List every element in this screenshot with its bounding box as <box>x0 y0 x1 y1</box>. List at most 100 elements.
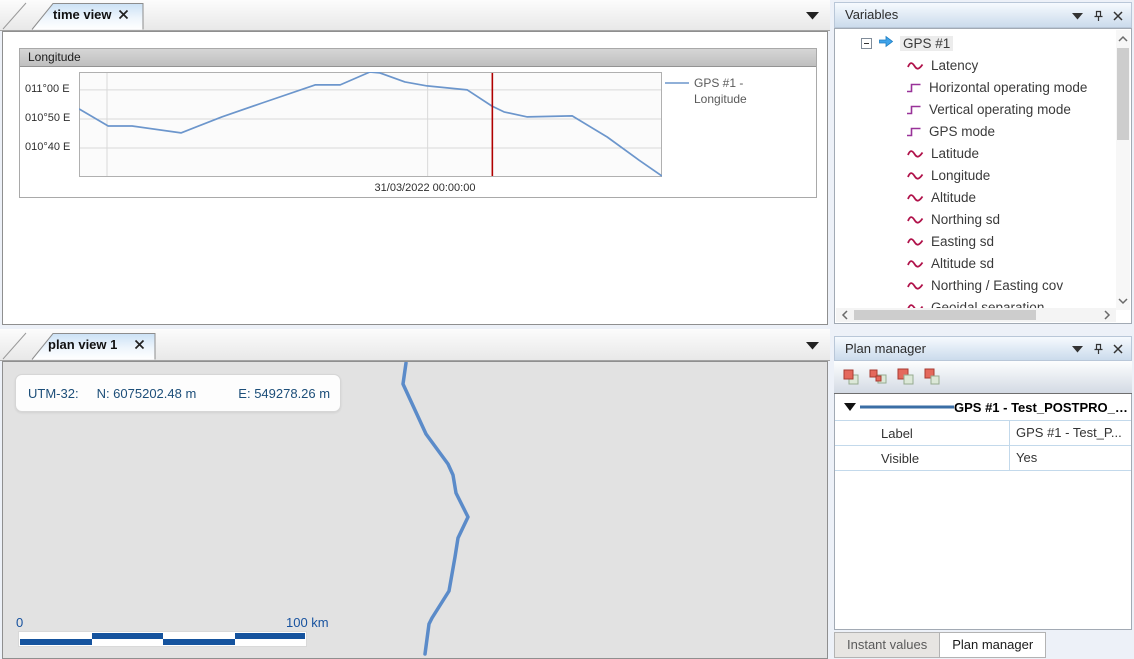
scale-bar-segment <box>92 639 164 645</box>
scale-right-label: 100 km <box>286 615 329 630</box>
scale-bar-segment <box>235 639 306 645</box>
plan-manager-panel-header[interactable]: Plan manager <box>834 336 1132 361</box>
variables-panel-header[interactable]: Variables <box>834 2 1132 28</box>
send-to-back-button[interactable] <box>867 366 889 388</box>
step-signal-icon <box>906 103 923 115</box>
tree-node-label: Latency <box>931 58 978 73</box>
scroll-left-icon[interactable] <box>840 309 850 321</box>
plan-view-tabbar: plan view 1 <box>0 329 830 361</box>
tab-time-view[interactable]: time view <box>53 7 112 22</box>
tree-node-variable[interactable]: Horizontal operating mode <box>835 76 1115 98</box>
property-value[interactable]: Yes <box>1009 446 1131 470</box>
wave-signal-icon <box>906 213 925 225</box>
send-to-back-icon <box>868 367 888 387</box>
tree-node-label: Horizontal operating mode <box>929 80 1087 95</box>
bring-forward-button[interactable] <box>894 366 916 388</box>
variables-panel-title: Variables <box>845 7 898 22</box>
tree-node-label: Easting sd <box>931 234 994 249</box>
horizontal-scroll-thumb[interactable] <box>854 310 1036 320</box>
tree-node-variable[interactable]: Northing sd <box>835 208 1115 230</box>
send-backward-button[interactable] <box>921 366 943 388</box>
step-signal-icon <box>906 81 923 93</box>
close-icon[interactable] <box>134 339 145 350</box>
step-signal-icon <box>906 125 923 137</box>
close-icon[interactable] <box>118 9 129 20</box>
y-axis-tick-label: 010°40 E <box>25 141 75 153</box>
tree-node-label: Vertical operating mode <box>929 102 1071 117</box>
scale-bar-segment <box>163 639 235 645</box>
northing-value: N: 6075202.48 m <box>97 386 197 401</box>
tree-node-variable[interactable]: Altitude sd <box>835 252 1115 274</box>
scale-left-label: 0 <box>16 615 23 630</box>
tree-node-variable[interactable]: Longitude <box>835 164 1115 186</box>
close-icon[interactable] <box>1113 11 1123 21</box>
scroll-down-icon[interactable] <box>1117 296 1129 306</box>
wave-signal-icon <box>906 235 925 247</box>
pin-icon[interactable] <box>1092 10 1104 22</box>
plan-item-title: GPS #1 - Test_POSTPRO_202... <box>954 400 1131 415</box>
plan-item-line-sample <box>860 405 954 409</box>
tree-node-label: Northing / Easting cov <box>931 278 1063 293</box>
plan-manager-toolbar <box>834 361 1132 394</box>
dock-bottom-tabs: Instant values Plan manager <box>834 632 1046 658</box>
tree-node-variable[interactable]: Vertical operating mode <box>835 98 1115 120</box>
property-row-visible[interactable]: Visible Yes <box>835 446 1131 471</box>
time-view-content: Longitude 31/03/2022 00:00:00 GPS #1 - L… <box>2 31 828 325</box>
tab-plan-view-1[interactable]: plan view 1 <box>48 337 117 352</box>
collapse-triangle-icon[interactable] <box>844 403 856 412</box>
property-value[interactable]: GPS #1 - Test_P... <box>1009 421 1131 445</box>
legend-text: GPS #1 - Longitude <box>694 75 747 107</box>
property-key: Visible <box>835 451 1009 466</box>
tree-node-label: GPS mode <box>929 124 995 139</box>
tree-node-variable[interactable]: GPS mode <box>835 120 1115 142</box>
tree-node-label: Longitude <box>931 168 990 183</box>
chart-title: Longitude <box>20 49 816 67</box>
bring-to-front-icon <box>841 367 861 387</box>
chevron-down-icon[interactable] <box>1072 13 1083 20</box>
variables-tree: GPS #1 Latency Horizontal operating mode Ve… <box>835 32 1115 311</box>
vessel-track-polyline <box>403 363 468 654</box>
scroll-up-icon[interactable] <box>1117 34 1129 44</box>
bring-to-front-button[interactable] <box>840 366 862 388</box>
plan-view-map[interactable]: UTM-32: N: 6075202.48 m E: 549278.26 m 0… <box>2 361 828 659</box>
scale-bar-row <box>20 639 305 645</box>
send-backward-icon <box>922 367 942 387</box>
tree-node-variable[interactable]: Latency <box>835 54 1115 76</box>
longitude-line-chart[interactable] <box>79 72 662 177</box>
chevron-down-icon[interactable] <box>806 342 819 350</box>
legend-line-sample <box>665 75 689 91</box>
tree-node-gps-1[interactable]: GPS #1 <box>835 32 1115 54</box>
tree-node-variable[interactable]: Northing / Easting cov <box>835 274 1115 296</box>
horizontal-scrollbar[interactable] <box>836 308 1116 322</box>
datum-label: UTM-32: <box>28 386 79 401</box>
gps-device-icon <box>878 35 894 51</box>
tree-node-variable[interactable]: Easting sd <box>835 230 1115 252</box>
vertical-scroll-thumb[interactable] <box>1117 48 1129 140</box>
vertical-scrollbar[interactable] <box>1116 30 1130 310</box>
wave-signal-icon <box>906 257 925 269</box>
plan-item-row[interactable]: GPS #1 - Test_POSTPRO_202... <box>835 394 1131 421</box>
y-axis-tick-label: 010°50 E <box>25 112 75 124</box>
close-icon[interactable] <box>1113 344 1123 354</box>
coordinate-readout: UTM-32: N: 6075202.48 m E: 549278.26 m <box>15 374 341 412</box>
chart-legend: GPS #1 - Longitude <box>665 75 747 107</box>
tab-instant-values[interactable]: Instant values <box>834 632 939 658</box>
property-row-label[interactable]: Label GPS #1 - Test_P... <box>835 421 1131 446</box>
chevron-down-icon[interactable] <box>1072 346 1083 353</box>
y-axis-tick-label: 011°00 E <box>25 83 75 95</box>
scroll-right-icon[interactable] <box>1102 309 1112 321</box>
tree-node-label: Altitude <box>931 190 976 205</box>
easting-value: E: 549278.26 m <box>238 386 330 401</box>
tab-plan-manager[interactable]: Plan manager <box>939 632 1046 658</box>
tree-node-label: Altitude sd <box>931 256 994 271</box>
pin-icon[interactable] <box>1092 343 1104 355</box>
longitude-chart: Longitude 31/03/2022 00:00:00 GPS #1 - L… <box>19 48 817 198</box>
time-view-tabbar: time view <box>0 0 830 31</box>
tree-node-variable[interactable]: Altitude <box>835 186 1115 208</box>
wave-signal-icon <box>906 191 925 203</box>
collapse-box-icon[interactable] <box>861 38 872 49</box>
tree-node-variable[interactable]: Latitude <box>835 142 1115 164</box>
chevron-down-icon[interactable] <box>806 12 819 20</box>
tree-node-label: GPS #1 <box>900 36 953 51</box>
wave-signal-icon <box>906 169 925 181</box>
